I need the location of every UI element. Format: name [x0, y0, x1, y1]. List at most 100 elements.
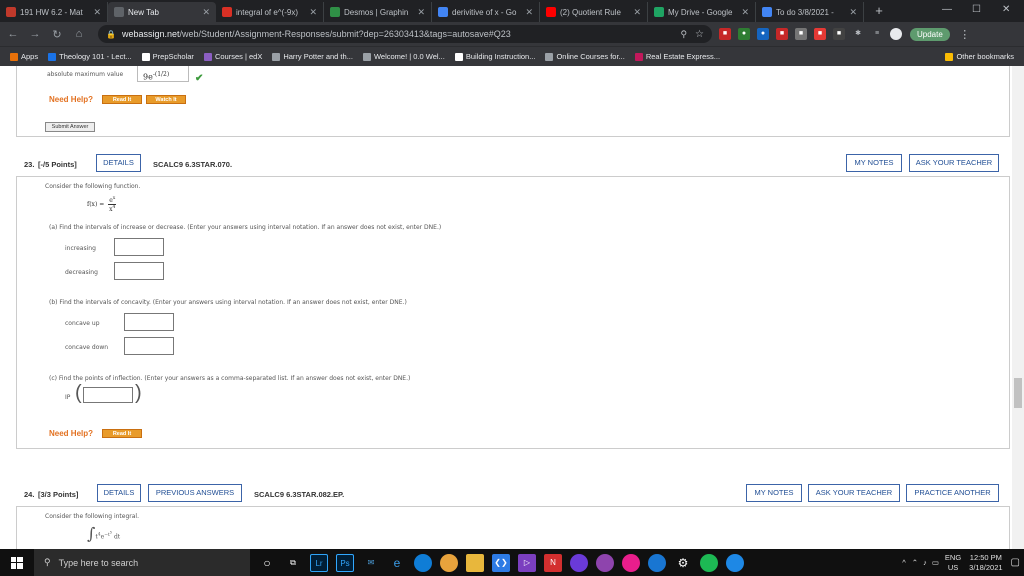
- visual-studio-icon[interactable]: ▷: [518, 553, 536, 572]
- bookmark-0[interactable]: Apps: [10, 52, 38, 61]
- network-icon[interactable]: ⌃: [912, 558, 918, 567]
- tab-0[interactable]: 191 HW 6.2 - Mat ✕: [0, 2, 108, 22]
- netflix-icon[interactable]: N: [544, 553, 562, 572]
- increasing-input[interactable]: [114, 238, 164, 256]
- cortana-icon[interactable]: ○: [258, 554, 276, 572]
- maximize-icon[interactable]: ☐: [972, 4, 981, 15]
- vscode-icon[interactable]: ❮❯: [492, 553, 510, 572]
- close-tab-icon[interactable]: ✕: [741, 7, 749, 18]
- taskbar-search[interactable]: ⚲ Type here to search: [34, 549, 250, 576]
- settings-icon[interactable]: ⚙: [674, 554, 692, 572]
- tab-7[interactable]: To do 3/8/2021 - ✕: [756, 2, 864, 22]
- close-tab-icon[interactable]: ✕: [417, 7, 425, 18]
- close-tab-icon[interactable]: ✕: [93, 7, 101, 18]
- minimize-icon[interactable]: —: [942, 4, 952, 15]
- ask-teacher-button[interactable]: ASK YOUR TEACHER: [909, 154, 999, 172]
- lightroom-icon[interactable]: Lr: [310, 553, 328, 572]
- bookmark-4[interactable]: Harry Potter and th...: [272, 52, 353, 61]
- scrollbar-thumb[interactable]: [1014, 378, 1022, 408]
- new-tab-button[interactable]: +: [870, 3, 888, 21]
- reload-icon[interactable]: ↻: [48, 28, 66, 41]
- menu-icon[interactable]: ⋮: [956, 28, 974, 41]
- my-notes-button[interactable]: MY NOTES: [746, 484, 802, 502]
- reading-list-icon[interactable]: ≡: [871, 28, 883, 40]
- practice-another-button[interactable]: PRACTICE ANOTHER: [906, 484, 999, 502]
- back-icon[interactable]: ←: [4, 28, 22, 40]
- clock[interactable]: 12:50 PM 3/18/2021: [969, 553, 1002, 573]
- app-icon-2[interactable]: [596, 553, 614, 572]
- details-button[interactable]: DETAILS: [96, 154, 141, 172]
- star-icon[interactable]: ☆: [695, 29, 704, 40]
- language-indicator[interactable]: ENG US: [945, 553, 961, 573]
- app-icon-5[interactable]: [726, 553, 744, 572]
- chevron-up-icon[interactable]: ^: [902, 558, 906, 567]
- photoshop-icon[interactable]: Ps: [336, 553, 354, 572]
- tab-6[interactable]: My Drive - Google ✕: [648, 2, 756, 22]
- close-tab-icon[interactable]: ✕: [309, 7, 317, 18]
- submit-answer-button[interactable]: Submit Answer: [45, 122, 95, 132]
- bookmark-7[interactable]: Online Courses for...: [545, 52, 625, 61]
- extension-icon-2[interactable]: ●: [738, 28, 750, 40]
- bookmark-6[interactable]: Building Instruction...: [454, 52, 535, 61]
- extension-icon-5[interactable]: ■: [795, 28, 807, 40]
- close-tab-icon[interactable]: ✕: [525, 7, 533, 18]
- battery-icon[interactable]: ▭: [932, 558, 939, 567]
- tab-1[interactable]: New Tab ✕: [108, 2, 216, 22]
- extension-icon-7[interactable]: ■: [833, 28, 845, 40]
- read-it-button[interactable]: Read It: [102, 95, 142, 104]
- start-button[interactable]: [0, 549, 34, 576]
- bookmark-8[interactable]: Real Estate Express...: [634, 52, 720, 61]
- close-tab-icon[interactable]: ✕: [202, 7, 210, 18]
- concave-down-input[interactable]: [124, 337, 174, 355]
- tab-label: (2) Quotient Rule: [560, 7, 621, 17]
- bookmark-1[interactable]: Theology 101 - Lect...: [48, 52, 132, 61]
- edge-icon[interactable]: e: [388, 554, 406, 572]
- other-bookmarks[interactable]: Other bookmarks: [945, 52, 1014, 61]
- my-notes-button[interactable]: MY NOTES: [846, 154, 902, 172]
- bookmark-2[interactable]: PrepScholar: [141, 52, 194, 61]
- clock-time: 12:50 PM: [969, 552, 1002, 562]
- decreasing-input[interactable]: [114, 262, 164, 280]
- forward-icon[interactable]: →: [26, 28, 44, 40]
- watch-it-button[interactable]: Watch It: [146, 95, 186, 104]
- chrome-icon[interactable]: [440, 553, 458, 572]
- tab-2[interactable]: integral of e^(-9x) ✕: [216, 2, 324, 22]
- task-view-icon[interactable]: ⧉: [284, 554, 302, 572]
- scrollbar[interactable]: [1012, 66, 1024, 549]
- app-icon-4[interactable]: [648, 553, 666, 572]
- close-tab-icon[interactable]: ✕: [849, 7, 857, 18]
- details-button[interactable]: DETAILS: [97, 484, 141, 502]
- inflection-input[interactable]: [83, 387, 133, 403]
- file-explorer-icon[interactable]: [466, 553, 484, 572]
- search-icon[interactable]: ⚲: [680, 29, 687, 40]
- bookmark-5[interactable]: Welcome! | 0.0 Wel...: [362, 52, 445, 61]
- previous-answers-button[interactable]: PREVIOUS ANSWERS: [148, 484, 242, 502]
- answer-base: 9e: [143, 72, 153, 82]
- extension-icon-1[interactable]: ■: [719, 28, 731, 40]
- mail-icon[interactable]: ✉: [362, 554, 380, 572]
- concave-up-input[interactable]: [124, 313, 174, 331]
- address-bar[interactable]: 🔒 webassign.net/web/Student/Assignment-R…: [98, 25, 712, 43]
- abs-max-answer[interactable]: 9e-(1/2): [137, 66, 189, 82]
- app-icon-1[interactable]: [570, 553, 588, 572]
- edge-new-icon[interactable]: [414, 553, 432, 572]
- extension-icon-4[interactable]: ■: [776, 28, 788, 40]
- spotify-icon[interactable]: [700, 553, 718, 572]
- extension-icon-6[interactable]: ■: [814, 28, 826, 40]
- notifications-icon[interactable]: ▢: [1011, 557, 1020, 568]
- tab-5[interactable]: (2) Quotient Rule ✕: [540, 2, 648, 22]
- update-button[interactable]: Update: [910, 27, 950, 41]
- bookmark-3[interactable]: Courses | edX: [203, 52, 262, 61]
- app-icon-3[interactable]: [622, 553, 640, 572]
- volume-icon[interactable]: ♪: [923, 558, 927, 567]
- extensions-puzzle-icon[interactable]: ✱: [852, 28, 864, 40]
- ask-teacher-button[interactable]: ASK YOUR TEACHER: [808, 484, 900, 502]
- tab-3[interactable]: Desmos | Graphin ✕: [324, 2, 432, 22]
- read-it-button[interactable]: Read It: [102, 429, 142, 438]
- extension-icon-3[interactable]: ●: [757, 28, 769, 40]
- avatar[interactable]: [890, 28, 902, 40]
- close-tab-icon[interactable]: ✕: [633, 7, 641, 18]
- close-window-icon[interactable]: ✕: [1002, 4, 1010, 15]
- tab-4[interactable]: derivitive of x - Go ✕: [432, 2, 540, 22]
- home-icon[interactable]: ⌂: [70, 28, 88, 40]
